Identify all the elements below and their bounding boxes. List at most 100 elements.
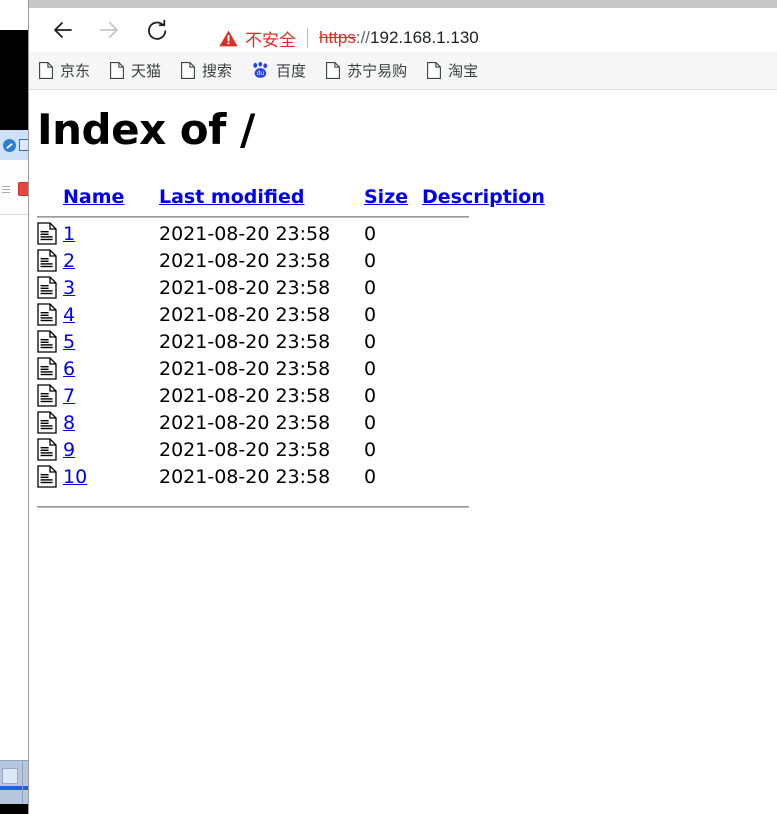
table-row: 1 2021-08-20 23:58 0 <box>37 220 545 247</box>
file-name-cell: 8 <box>63 409 159 436</box>
table-row: 3 2021-08-20 23:58 0 <box>37 274 545 301</box>
tab-strip[interactable] <box>29 0 777 8</box>
last-modified-cell: 2021-08-20 23:58 <box>159 357 331 380</box>
last-modified-cell: 2021-08-20 23:58 <box>159 465 331 488</box>
text-file-icon <box>37 463 63 490</box>
browser-window: 不安全 https://192.168.1.130 京东 天猫 搜索 du 百度… <box>28 0 777 814</box>
file-name-cell: 1 <box>63 220 159 247</box>
bookmark-item-taobao[interactable]: 淘宝 <box>427 60 478 81</box>
table-row: 8 2021-08-20 23:58 0 <box>37 409 545 436</box>
description-cell <box>422 436 545 463</box>
horizontal-rule-bottom <box>37 506 469 508</box>
document-icon <box>181 62 195 79</box>
column-header-last-modified[interactable]: Last modified <box>159 186 364 214</box>
file-name-cell: 5 <box>63 328 159 355</box>
file-name-cell: 2 <box>63 247 159 274</box>
document-icon <box>110 62 124 79</box>
size-cell: 0 <box>364 222 377 245</box>
file-link[interactable]: 2 <box>63 250 75 272</box>
document-icon <box>326 62 341 79</box>
bookmark-item-search[interactable]: 搜索 <box>181 60 232 81</box>
column-header-size[interactable]: Size <box>364 186 422 214</box>
background-taskbar-divider <box>22 760 23 804</box>
page-title: Index of / <box>37 105 255 154</box>
page-content: Index of / Name Last modified Size Descr… <box>29 91 777 814</box>
text-file-icon <box>37 247 63 274</box>
url-separator: :// <box>355 28 371 47</box>
size-cell: 0 <box>364 276 377 299</box>
footer-rule-cell <box>37 490 545 510</box>
file-link[interactable]: 8 <box>63 412 75 434</box>
table-row: 4 2021-08-20 23:58 0 <box>37 301 545 328</box>
background-app-circle-icon <box>3 139 16 152</box>
table-row: 10 2021-08-20 23:58 0 <box>37 463 545 490</box>
text-file-icon <box>37 328 63 355</box>
size-cell: 0 <box>364 249 377 272</box>
description-cell <box>422 301 545 328</box>
column-header-description[interactable]: Description <box>422 186 545 214</box>
bookmark-item-jingdong[interactable]: 京东 <box>39 60 90 81</box>
text-file-icon <box>37 220 63 247</box>
last-modified-cell: 2021-08-20 23:58 <box>159 249 331 272</box>
size-cell: 0 <box>364 303 377 326</box>
text-file-icon <box>37 382 63 409</box>
description-cell <box>422 247 545 274</box>
last-modified-cell: 2021-08-20 23:58 <box>159 384 331 407</box>
text-file-icon <box>37 274 63 301</box>
file-link[interactable]: 6 <box>63 358 75 380</box>
text-file-icon <box>37 355 63 382</box>
table-row: 5 2021-08-20 23:58 0 <box>37 328 545 355</box>
bookmark-item-baidu[interactable]: du 百度 <box>252 60 306 81</box>
file-name-cell: 9 <box>63 436 159 463</box>
file-link[interactable]: 3 <box>63 277 75 299</box>
background-white-area <box>0 215 30 760</box>
column-header-name[interactable]: Name <box>63 186 159 214</box>
file-link[interactable]: 4 <box>63 304 75 326</box>
document-icon <box>39 62 53 79</box>
file-link[interactable]: 1 <box>63 223 75 245</box>
sort-by-description-link[interactable]: Description <box>422 186 545 208</box>
text-file-icon <box>37 436 63 463</box>
bookmark-item-tmall[interactable]: 天猫 <box>110 60 161 81</box>
background-black-strip-bottom <box>0 804 30 814</box>
last-modified-cell: 2021-08-20 23:58 <box>159 330 331 353</box>
size-cell: 0 <box>364 357 377 380</box>
size-cell: 0 <box>364 330 377 353</box>
table-body: 1 2021-08-20 23:58 0 2 2021-08-20 23:58 0 3 202… <box>37 220 545 490</box>
background-black-area <box>0 30 30 130</box>
url-host: 192.168.1.130 <box>370 28 479 47</box>
forward-button[interactable] <box>89 10 129 50</box>
sort-by-size-link[interactable]: Size <box>364 186 408 208</box>
bookmark-label: 淘宝 <box>448 62 479 80</box>
footer-rule-row <box>37 490 545 510</box>
column-header-icon <box>37 186 63 214</box>
description-cell <box>422 463 545 490</box>
sort-by-last-modified-link[interactable]: Last modified <box>159 186 304 208</box>
file-name-cell: 10 <box>63 463 159 490</box>
background-taskbar-highlight <box>0 786 30 790</box>
reload-button[interactable] <box>137 10 177 50</box>
last-modified-cell: 2021-08-20 23:58 <box>159 276 331 299</box>
arrow-right-icon <box>97 18 121 42</box>
bookmark-item-suning[interactable]: 苏宁易购 <box>326 60 407 81</box>
address-bar[interactable]: 不安全 https://192.168.1.130 <box>207 20 767 56</box>
screen: 不安全 https://192.168.1.130 京东 天猫 搜索 du 百度… <box>0 0 777 814</box>
size-cell: 0 <box>364 411 377 434</box>
description-cell <box>422 220 545 247</box>
last-modified-cell: 2021-08-20 23:58 <box>159 222 331 245</box>
file-link[interactable]: 5 <box>63 331 75 353</box>
last-modified-cell: 2021-08-20 23:58 <box>159 438 331 461</box>
security-status-label: 不安全 <box>245 30 296 51</box>
file-link[interactable]: 7 <box>63 385 75 407</box>
size-cell: 0 <box>364 384 377 407</box>
text-file-icon <box>37 409 63 436</box>
file-name-cell: 6 <box>63 355 159 382</box>
sort-by-name-link[interactable]: Name <box>63 186 124 208</box>
back-button[interactable] <box>43 10 83 50</box>
file-link[interactable]: 10 <box>63 466 87 488</box>
description-cell <box>422 355 545 382</box>
file-link[interactable]: 9 <box>63 439 75 461</box>
background-taskbar-icon <box>2 768 18 784</box>
warning-triangle-icon <box>219 30 238 47</box>
arrow-left-icon <box>51 18 75 42</box>
